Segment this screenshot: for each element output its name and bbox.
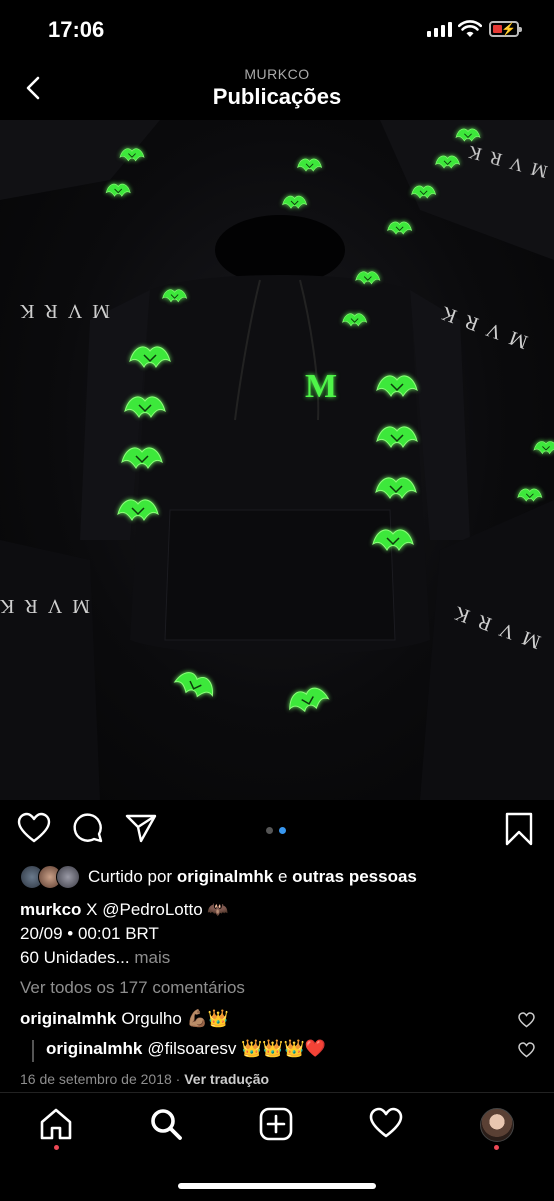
caption-line2: 20/09 • 00:01 BRT <box>20 924 159 943</box>
account-name: MURKCO <box>244 66 310 82</box>
home-indicator <box>178 1183 376 1189</box>
comment-icon[interactable] <box>72 812 104 844</box>
status-time: 17:06 <box>48 17 105 42</box>
comment: originalmhk Orgulho 💪🏽👑 <box>20 1009 229 1029</box>
home-icon[interactable] <box>39 1107 73 1141</box>
comment-like-icon[interactable] <box>518 1042 535 1058</box>
liked-by-prefix: Curtido por <box>88 867 173 886</box>
comment-like-icon[interactable] <box>518 1012 535 1028</box>
header: MURKCO Publicações <box>0 60 554 120</box>
caption-more-link[interactable]: mais <box>134 948 170 967</box>
liked-by-user[interactable]: originalmhk <box>177 867 273 887</box>
view-all-comments-link[interactable]: Ver todos os 177 comentários <box>20 978 245 998</box>
send-icon[interactable] <box>125 812 157 844</box>
status-bar: 17:06 ⚡ <box>0 0 554 60</box>
wordmark-left: MVRK <box>10 300 110 322</box>
profile-notification-dot <box>494 1145 499 1150</box>
carousel-dot <box>266 827 273 834</box>
date-separator: · <box>175 1071 181 1087</box>
comment-reply: originalmhk @filsoaresv 👑👑👑❤️ <box>46 1039 326 1059</box>
post-date: 16 de setembro de 2018 <box>20 1071 172 1087</box>
hoodie-artwork: M MVRK MVRK MVRK M <box>0 120 554 800</box>
bookmark-icon[interactable] <box>504 812 534 846</box>
search-icon[interactable] <box>149 1107 183 1141</box>
hoodie-logo-text: M <box>305 368 337 405</box>
signal-icon <box>427 22 452 37</box>
caption-line3: 60 Unidades... <box>20 948 130 967</box>
activity-heart-icon[interactable] <box>369 1107 403 1139</box>
battery-icon: ⚡ <box>489 21 522 37</box>
liked-by[interactable]: Curtido por originalmhk e outras pessoas <box>20 864 417 890</box>
home-notification-dot <box>54 1145 59 1150</box>
comment-text: @filsoaresv 👑👑👑❤️ <box>147 1039 326 1058</box>
carousel-indicator <box>266 827 286 834</box>
heart-icon[interactable] <box>17 812 51 846</box>
post-image[interactable]: M MVRK MVRK MVRK M <box>0 120 554 800</box>
comment-username[interactable]: originalmhk <box>46 1039 142 1059</box>
post-caption: murkco X @PedroLotto 🦇 20/09 • 00:01 BRT… <box>20 898 229 970</box>
page-title: Publicações <box>212 84 342 109</box>
translate-link[interactable]: Ver tradução <box>184 1071 269 1087</box>
caption-username[interactable]: murkco <box>20 900 81 919</box>
new-post-icon[interactable] <box>259 1107 293 1141</box>
caption-line1: X @PedroLotto 🦇 <box>86 900 229 919</box>
post-actions <box>0 812 554 852</box>
liker-avatars <box>20 865 80 889</box>
comment-text: Orgulho 💪🏽👑 <box>121 1009 229 1028</box>
wifi-icon <box>458 20 482 37</box>
reply-indicator <box>32 1040 34 1062</box>
liked-by-joiner: e <box>277 867 288 886</box>
wordmark-lower-left: MVRK <box>0 595 90 617</box>
liked-by-others[interactable]: outras pessoas <box>292 867 417 887</box>
comment-username[interactable]: originalmhk <box>20 1009 116 1029</box>
carousel-dot-active <box>279 827 286 834</box>
profile-avatar[interactable] <box>480 1108 514 1142</box>
post-date-row: 16 de setembro de 2018 · Ver tradução <box>20 1071 269 1087</box>
